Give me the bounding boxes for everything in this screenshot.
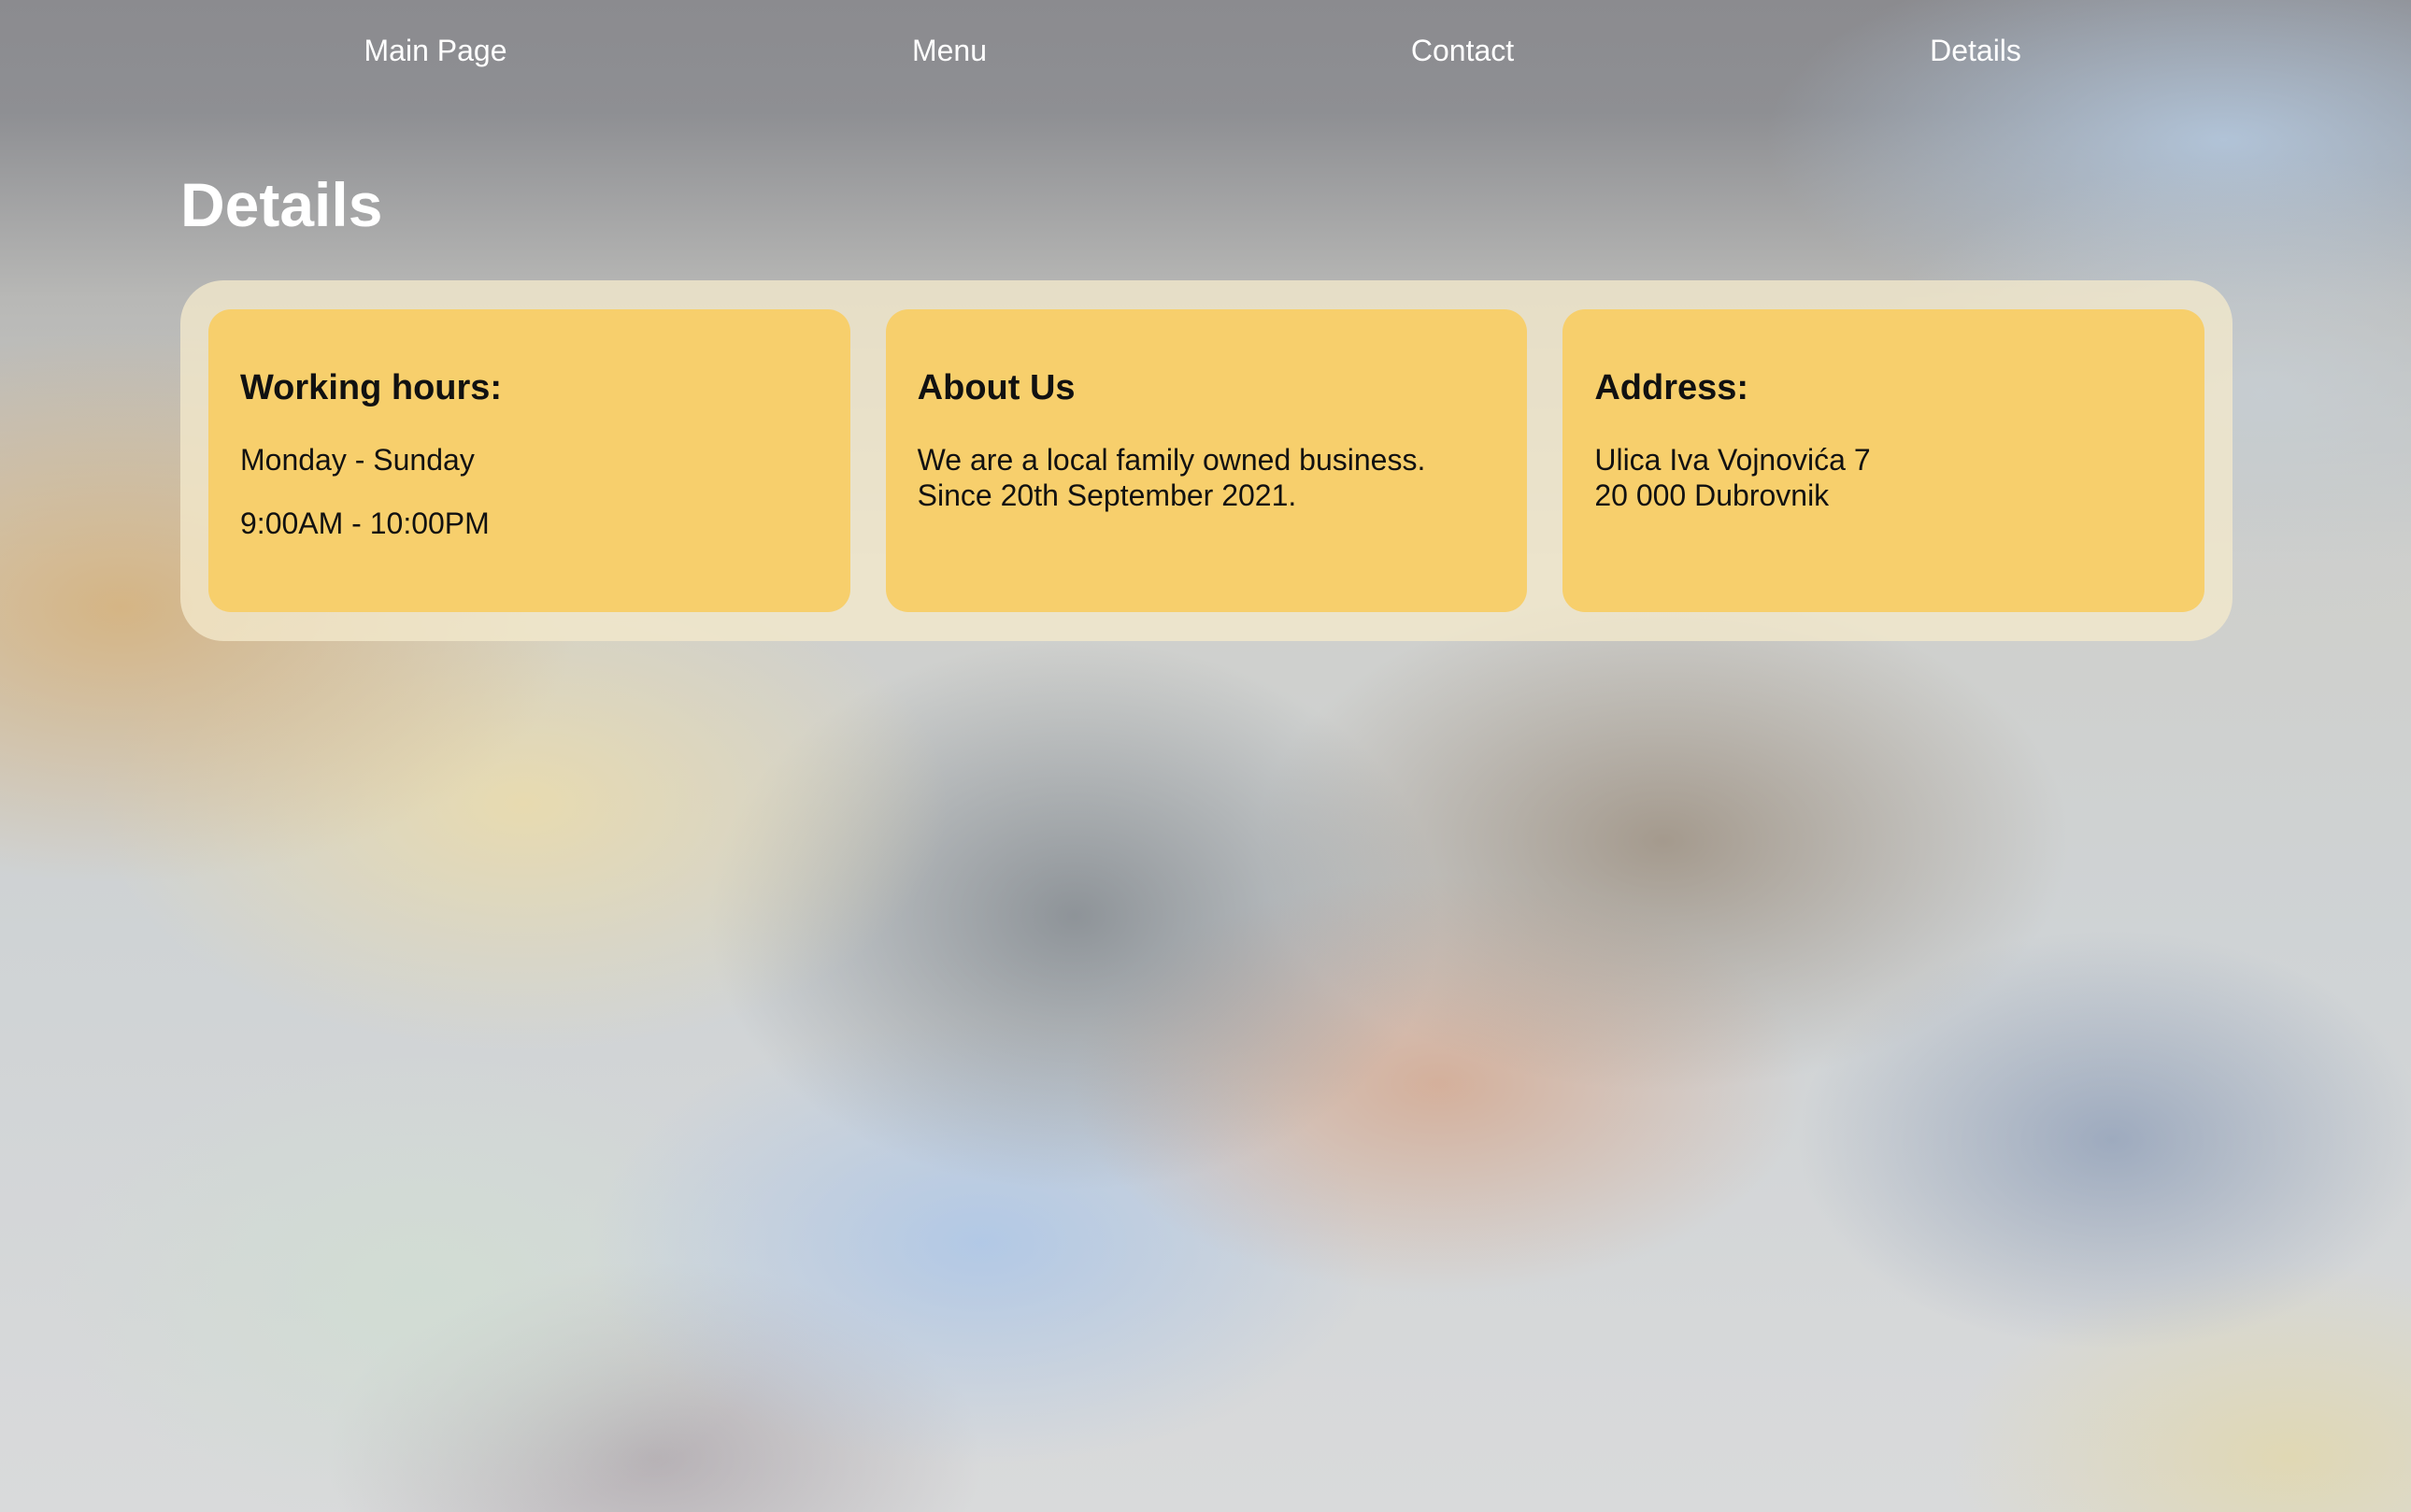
working-time-text: 9:00AM - 10:00PM — [240, 506, 490, 540]
working-days-text: Monday - Sunday — [240, 443, 475, 477]
page-title: Details — [180, 170, 383, 239]
address-card: Address: Ulica Iva Vojnovića 7 20 000 Du… — [1562, 309, 2205, 612]
details-panel: Working hours: Monday - Sunday 9:00AM - … — [180, 280, 2233, 641]
address-street: Ulica Iva Vojnovića 7 — [1594, 443, 1871, 477]
about-us-line-1: We are a local family owned business. — [917, 443, 1426, 477]
about-us-card: About Us We are a local family owned bus… — [885, 309, 1528, 612]
address-heading: Address: — [1594, 368, 1749, 407]
nav-link-details[interactable]: Details — [1930, 34, 2021, 68]
about-us-heading: About Us — [917, 368, 1076, 407]
address-city: 20 000 Dubrovnik — [1594, 478, 1830, 512]
nav-link-main-page[interactable]: Main Page — [364, 34, 507, 68]
working-hours-card: Working hours: Monday - Sunday 9:00AM - … — [208, 309, 850, 612]
about-us-line-2: Since 20th September 2021. — [917, 478, 1297, 512]
working-hours-heading: Working hours: — [240, 368, 503, 407]
page: Main Page Menu Contact Details Details W… — [0, 0, 2411, 1512]
nav-link-menu[interactable]: Menu — [912, 34, 987, 68]
nav-link-contact[interactable]: Contact — [1411, 34, 1514, 68]
top-navigation: Main Page Menu Contact Details — [0, 0, 2411, 107]
